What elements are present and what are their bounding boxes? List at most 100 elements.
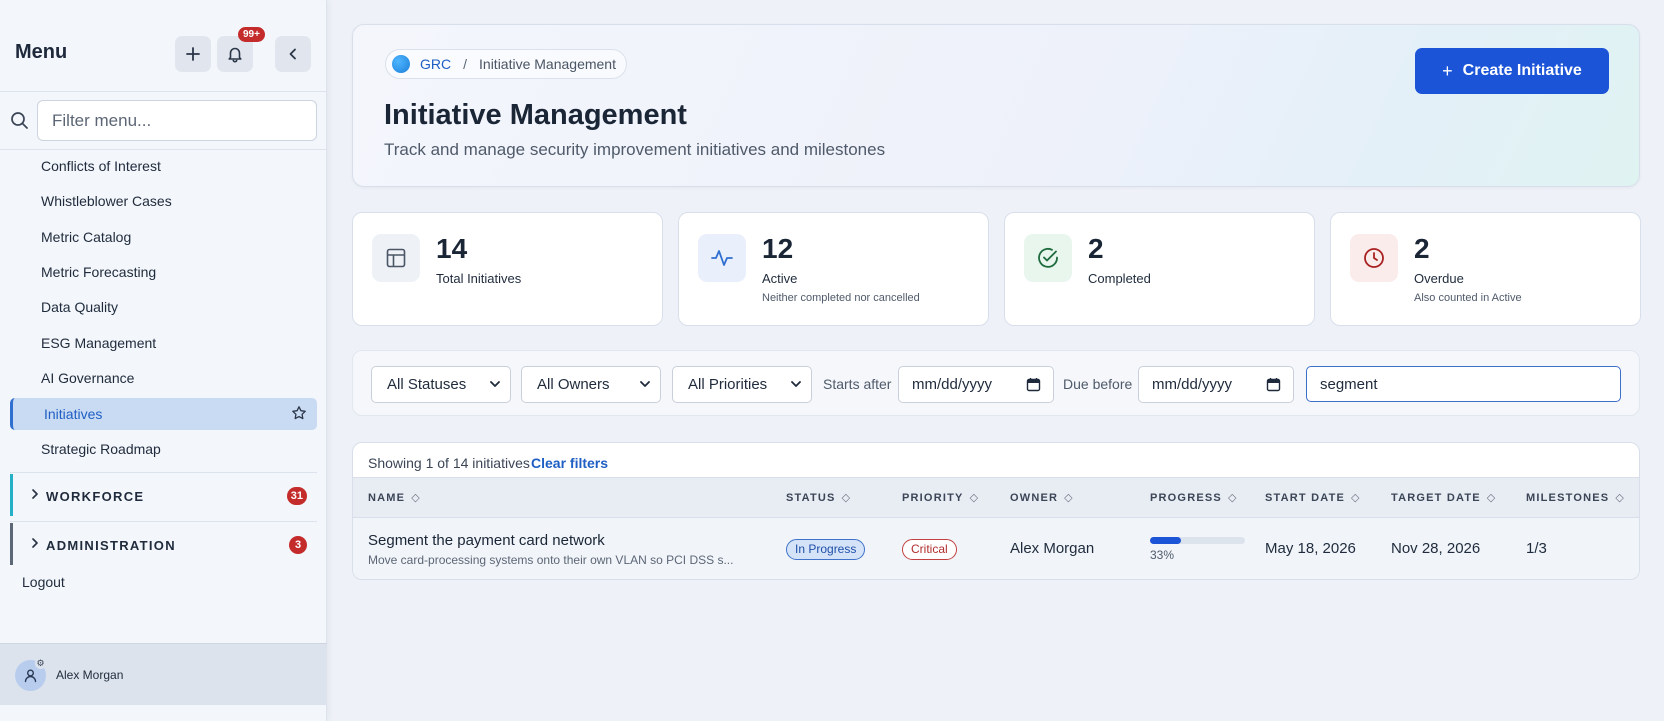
- sidebar-item-whistleblower-cases[interactable]: Whistleblower Cases: [41, 193, 172, 209]
- breadcrumb-link-grc[interactable]: GRC: [420, 56, 451, 72]
- sidebar-item-conflicts-of-interest[interactable]: Conflicts of Interest: [41, 158, 161, 174]
- column-header-name[interactable]: NAME ◇: [368, 491, 421, 504]
- divider: [10, 521, 317, 522]
- sidebar-item-esg-management[interactable]: ESG Management: [41, 335, 156, 351]
- gear-icon: ⚙: [35, 658, 46, 669]
- progress-bar-fill: [1150, 537, 1182, 544]
- progress-text: 33%: [1150, 548, 1175, 562]
- divider: [0, 149, 327, 150]
- sidebar-item-initiatives[interactable]: Initiatives: [10, 398, 317, 430]
- search-input[interactable]: [1306, 366, 1621, 402]
- table-row[interactable]: Segment the payment card network Move ca…: [353, 518, 1639, 579]
- table-header: NAME ◇ STATUS ◇ PRIORITY ◇ OWNER ◇ PROGRESS ◇…: [353, 477, 1639, 518]
- chevron-right-icon: [32, 489, 38, 499]
- sort-icon: ◇: [969, 492, 980, 504]
- sidebar-item-data-quality[interactable]: Data Quality: [41, 299, 118, 315]
- calendar-icon[interactable]: [1266, 377, 1281, 392]
- plus-icon: +: [1442, 60, 1453, 81]
- sort-icon: ◇: [411, 492, 421, 504]
- column-header-priority[interactable]: PRIORITY ◇: [902, 491, 979, 504]
- plus-icon: [186, 47, 200, 61]
- starts-after-date-input[interactable]: mm/dd/yyyy: [898, 366, 1054, 403]
- chevron-left-icon: [289, 48, 296, 60]
- owner-select-value: All Owners: [537, 376, 610, 393]
- owner-select[interactable]: All Owners: [521, 366, 661, 403]
- stat-card-overdue: 2 Overdue Also counted in Active: [1330, 212, 1641, 326]
- column-header-start-date[interactable]: START DATE ◇: [1265, 491, 1361, 504]
- date-placeholder: mm/dd/yyyy: [1152, 376, 1233, 393]
- sort-icon: ◇: [1064, 492, 1074, 504]
- collapse-sidebar-button[interactable]: [275, 36, 311, 72]
- create-initiative-label: Create Initiative: [1462, 62, 1582, 79]
- stat-label: Overdue: [1414, 271, 1464, 286]
- logout-link[interactable]: Logout: [22, 574, 65, 590]
- sort-icon: ◇: [1351, 492, 1361, 504]
- bell-icon: [228, 47, 242, 63]
- status-select[interactable]: All Statuses: [371, 366, 511, 403]
- breadcrumb-separator: /: [463, 56, 468, 72]
- sidebar-group-workforce[interactable]: WORKFORCE 31: [10, 474, 317, 516]
- column-header-owner[interactable]: OWNER ◇: [1010, 491, 1074, 504]
- user-name: Alex Morgan: [56, 668, 124, 682]
- stat-value: 14: [436, 233, 468, 264]
- create-initiative-button[interactable]: + Create Initiative: [1415, 48, 1609, 94]
- sidebar: Menu 99+ Conflicts of Interest Whistlebl…: [0, 0, 327, 721]
- stat-card-completed: 2 Completed: [1004, 212, 1315, 326]
- user-footer[interactable]: ⚙ Alex Morgan: [0, 643, 327, 705]
- due-before-label: Due before: [1063, 376, 1133, 392]
- table-icon: [372, 234, 420, 282]
- progress-bar: [1150, 537, 1245, 544]
- star-icon[interactable]: [291, 405, 307, 421]
- column-header-target-date[interactable]: TARGET DATE ◇: [1391, 491, 1496, 504]
- clock-icon: [1350, 234, 1398, 282]
- calendar-icon[interactable]: [1026, 377, 1041, 392]
- priority-select[interactable]: All Priorities: [672, 366, 812, 403]
- starts-after-label: Starts after: [823, 376, 892, 392]
- stat-label: Completed: [1088, 271, 1151, 286]
- stat-label: Active: [762, 271, 798, 286]
- owner-cell: Alex Morgan: [1010, 540, 1095, 557]
- page-header: GRC / Initiative Management Initiative M…: [352, 24, 1640, 187]
- group-label: ADMINISTRATION: [46, 538, 176, 553]
- breadcrumb-current: Initiative Management: [479, 56, 616, 72]
- column-header-progress[interactable]: PROGRESS ◇: [1150, 491, 1238, 504]
- date-placeholder: mm/dd/yyyy: [912, 376, 993, 393]
- column-header-milestones[interactable]: MILESTONES ◇: [1526, 491, 1625, 504]
- due-before-date-input[interactable]: mm/dd/yyyy: [1138, 366, 1294, 403]
- add-button[interactable]: [175, 36, 211, 72]
- sidebar-item-strategic-roadmap[interactable]: Strategic Roadmap: [41, 441, 161, 457]
- stat-label: Total Initiatives: [436, 271, 522, 286]
- user-icon: [24, 669, 37, 683]
- breadcrumb: GRC / Initiative Management: [385, 49, 627, 79]
- initiative-name[interactable]: Segment the payment card network: [368, 532, 605, 549]
- sidebar-item-metric-catalog[interactable]: Metric Catalog: [41, 229, 131, 245]
- chevron-down-icon: [640, 381, 650, 387]
- globe-icon: [392, 55, 410, 73]
- milestones-cell: 1/3: [1526, 540, 1547, 557]
- sort-icon: ◇: [1486, 492, 1497, 504]
- chevron-right-icon: [32, 538, 38, 548]
- filter-bar: All Statuses All Owners All Priorities S…: [352, 350, 1640, 416]
- sidebar-title: Menu: [15, 41, 68, 63]
- stat-value: 2: [1414, 233, 1430, 264]
- filter-menu-input[interactable]: [37, 100, 317, 141]
- activity-icon: [698, 234, 746, 282]
- page-title: Initiative Management: [384, 99, 687, 131]
- group-label: WORKFORCE: [46, 489, 145, 504]
- sort-icon: ◇: [1227, 492, 1238, 504]
- sidebar-item-ai-governance[interactable]: AI Governance: [41, 370, 134, 386]
- stat-value: 12: [762, 233, 794, 264]
- search-icon: [11, 112, 28, 129]
- status-badge: In Progress: [786, 539, 866, 560]
- clear-filters-link[interactable]: Clear filters: [531, 455, 608, 471]
- sidebar-group-administration[interactable]: ADMINISTRATION 3: [10, 523, 317, 565]
- notification-badge: 99+: [238, 27, 265, 42]
- start-date-cell: May 18, 2026: [1265, 540, 1356, 557]
- column-header-status[interactable]: STATUS ◇: [786, 491, 851, 504]
- sidebar-item-metric-forecasting[interactable]: Metric Forecasting: [41, 264, 156, 280]
- initiative-description: Move card-processing systems onto their …: [368, 553, 734, 567]
- chevron-down-icon: [791, 381, 801, 387]
- count-badge: 3: [289, 536, 307, 554]
- stat-card-total: 14 Total Initiatives: [352, 212, 663, 326]
- count-badge: 31: [286, 487, 307, 505]
